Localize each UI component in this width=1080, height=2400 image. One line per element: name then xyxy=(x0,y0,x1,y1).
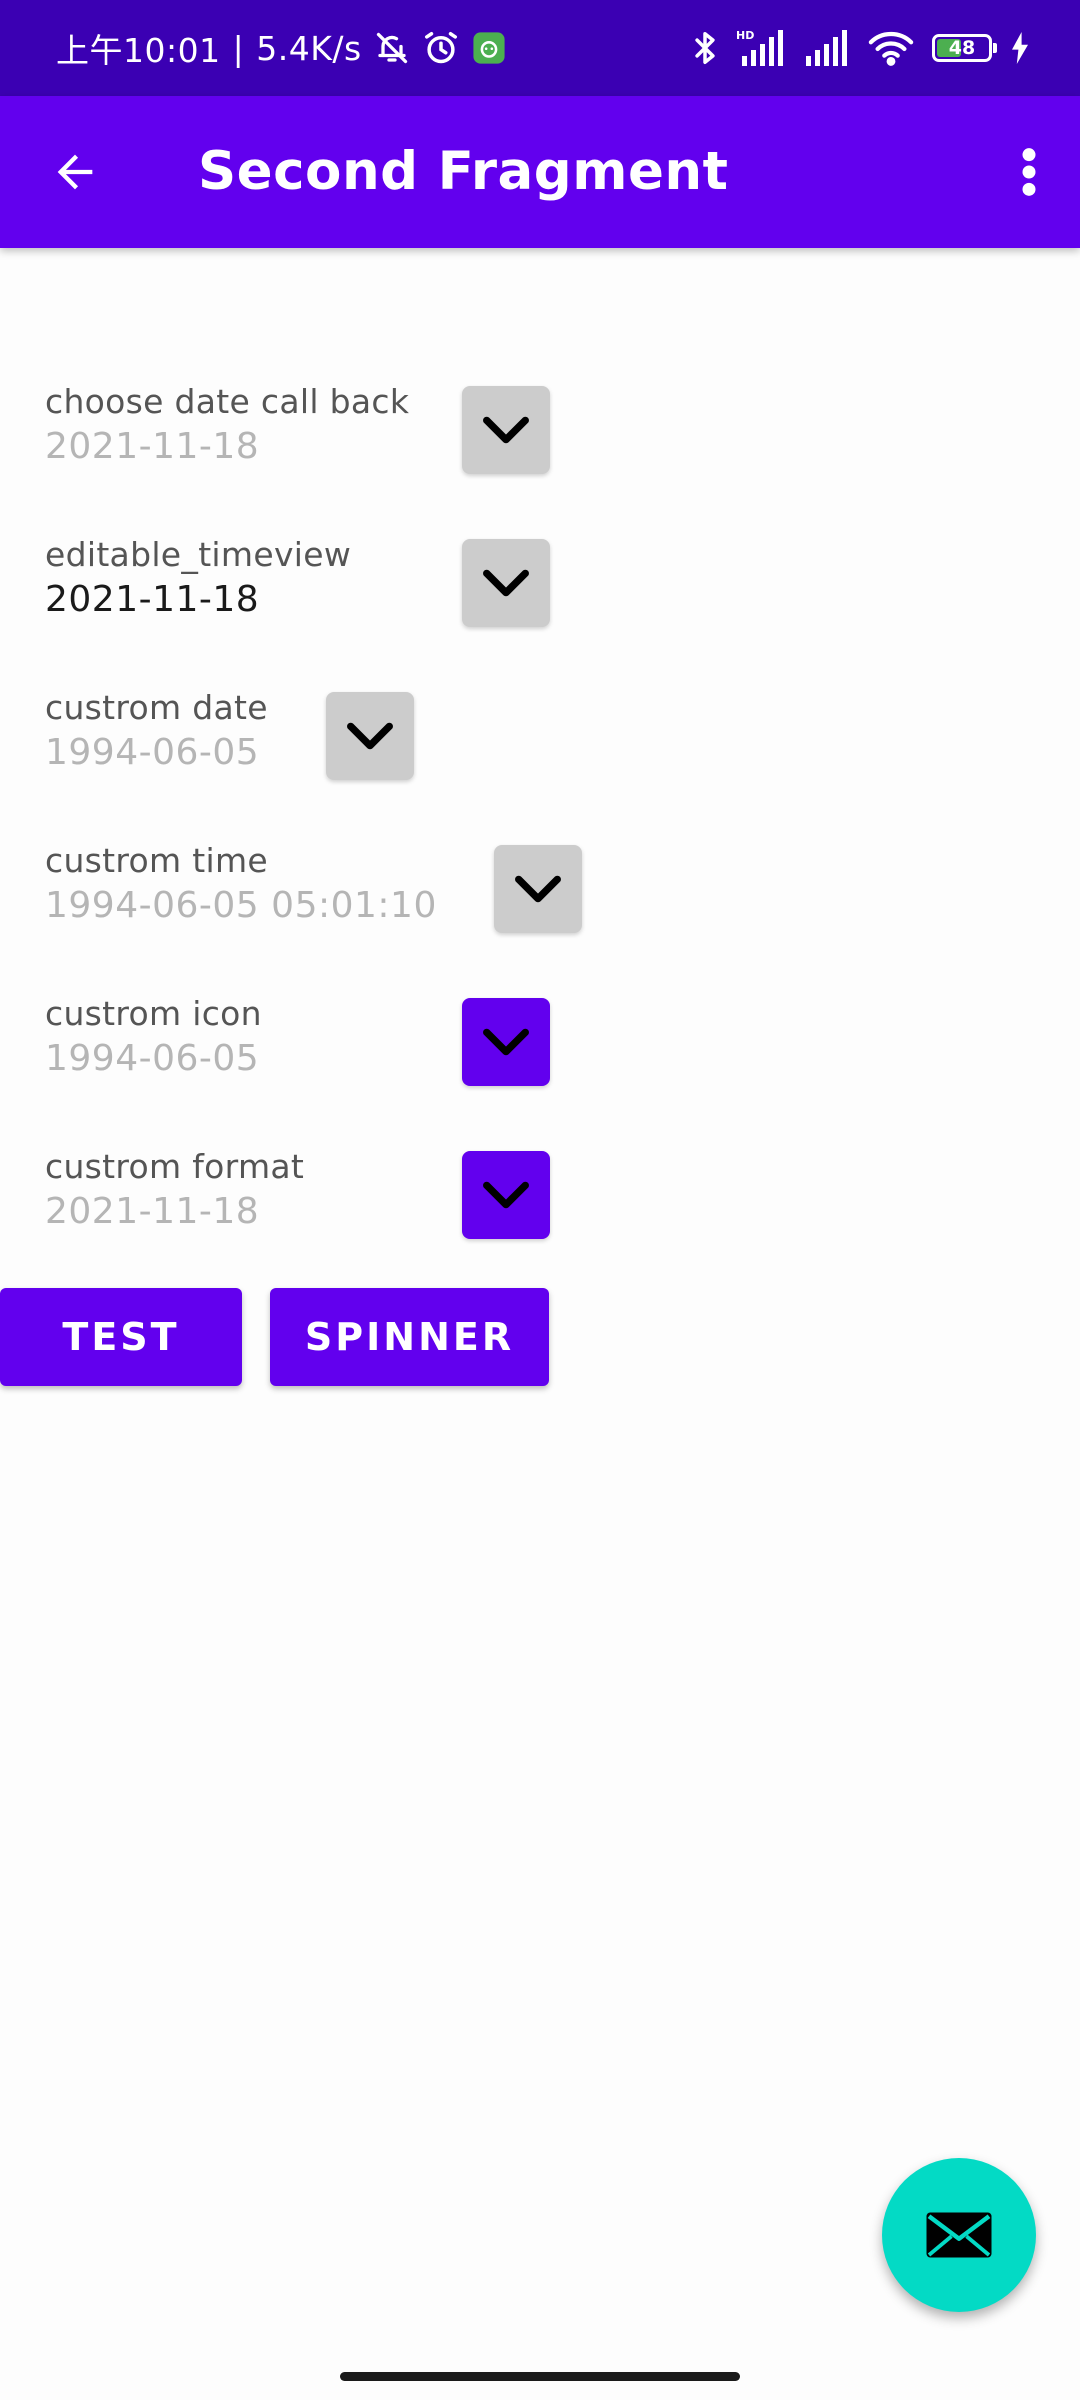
app-notification-icon xyxy=(472,31,506,65)
dropdown-button[interactable] xyxy=(462,539,550,627)
hd-signal-icon: HD xyxy=(736,28,786,68)
status-bar: 上午10:01 | 5.4K/s HD 48 xyxy=(0,0,1080,96)
bluetooth-icon xyxy=(692,29,718,67)
mail-icon xyxy=(926,2212,992,2258)
charging-icon xyxy=(1010,32,1030,64)
row-value: 1994-06-05 xyxy=(45,1038,260,1079)
more-vert-icon xyxy=(1022,148,1036,196)
date-row-editable-timeview: editable_timeview 2021-11-18 xyxy=(0,535,1080,655)
row-label: custrom time xyxy=(45,841,269,880)
chevron-down-icon xyxy=(483,1181,529,1209)
dropdown-button[interactable] xyxy=(494,845,582,933)
chevron-down-icon xyxy=(483,1028,529,1056)
chevron-down-icon xyxy=(483,569,529,597)
alarm-icon xyxy=(422,29,460,67)
date-row-custrom-icon: custrom icon 1994-06-05 xyxy=(0,994,1080,1114)
row-label: choose date call back xyxy=(45,382,410,421)
status-separator: | xyxy=(232,28,245,68)
bell-off-icon xyxy=(374,29,410,67)
test-button[interactable]: TEST xyxy=(0,1288,242,1386)
chevron-down-icon xyxy=(347,722,393,750)
signal-icon xyxy=(804,30,850,66)
overflow-menu-button[interactable] xyxy=(994,137,1064,207)
date-row-custrom-date: custrom date 1994-06-05 xyxy=(0,688,1080,808)
row-label: custrom icon xyxy=(45,994,262,1033)
row-label: editable_timeview xyxy=(45,535,352,574)
mail-fab-button[interactable] xyxy=(882,2158,1036,2312)
date-row-choose-date-call-back: choose date call back 2021-11-18 xyxy=(0,382,1080,502)
date-row-custrom-time: custrom time 1994-06-05 05:01:10 xyxy=(0,841,1080,961)
battery-level: 48 xyxy=(948,37,976,59)
dropdown-button[interactable] xyxy=(462,998,550,1086)
dropdown-button[interactable] xyxy=(462,386,550,474)
row-value-input[interactable]: 2021-11-18 xyxy=(45,579,259,620)
status-time: 上午10:01 xyxy=(56,31,221,70)
row-value: 1994-06-05 xyxy=(45,732,260,773)
date-row-custrom-format: custrom format 2021-11-18 xyxy=(0,1147,1080,1267)
app-bar: Second Fragment xyxy=(0,96,1080,248)
status-right: HD 48 xyxy=(692,0,1030,96)
status-left: 上午10:01 | 5.4K/s xyxy=(56,0,506,96)
wifi-icon xyxy=(868,30,914,66)
status-net-speed: 5.4K/s xyxy=(256,28,362,68)
row-label: custrom date xyxy=(45,688,268,727)
page-title: Second Fragment xyxy=(198,141,729,202)
row-label: custrom format xyxy=(45,1147,305,1186)
dropdown-button[interactable] xyxy=(462,1151,550,1239)
row-value: 1994-06-05 05:01:10 xyxy=(45,885,437,926)
back-button[interactable] xyxy=(40,137,110,207)
dropdown-button[interactable] xyxy=(326,692,414,780)
home-indicator[interactable] xyxy=(340,2372,740,2381)
chevron-down-icon xyxy=(515,875,561,903)
battery-icon: 48 xyxy=(932,34,997,62)
row-value: 2021-11-18 xyxy=(45,1191,260,1232)
row-value: 2021-11-18 xyxy=(45,426,260,467)
chevron-down-icon xyxy=(483,416,529,444)
spinner-button[interactable]: SPINNER xyxy=(270,1288,549,1386)
arrow-left-icon xyxy=(57,154,93,190)
svg-text:HD: HD xyxy=(736,29,754,42)
